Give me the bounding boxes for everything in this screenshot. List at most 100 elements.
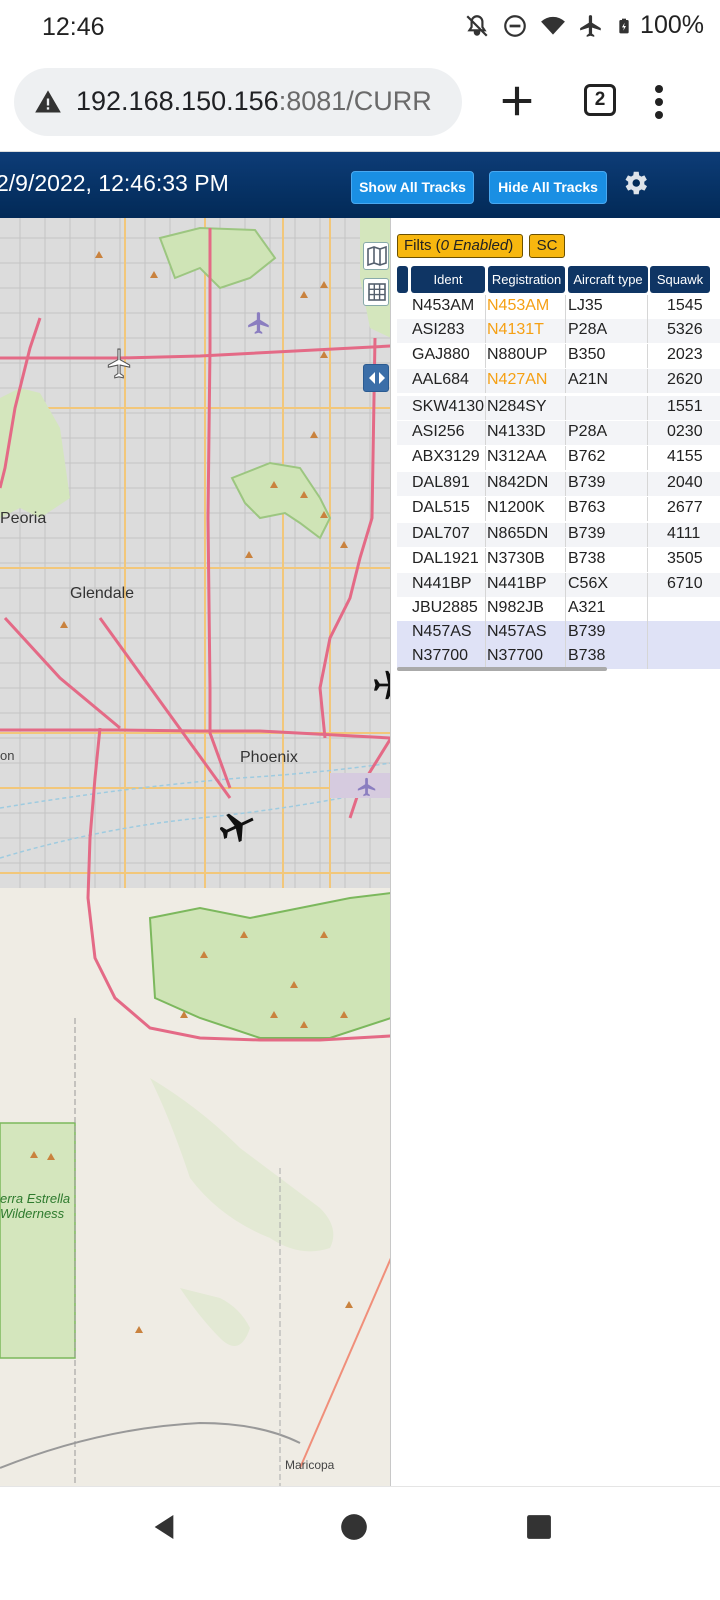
show-all-tracks-button[interactable]: Show All Tracks xyxy=(351,171,474,204)
new-tab-icon[interactable] xyxy=(498,82,536,120)
table-row[interactable]: GAJ880 N880UP B350 2023 xyxy=(397,344,720,368)
column-divider xyxy=(565,369,566,393)
map-tiles xyxy=(0,218,390,1486)
map-icon xyxy=(367,245,387,267)
url-path: :8081/CURR xyxy=(278,86,432,116)
grid-icon xyxy=(368,283,386,301)
hide-all-tracks-button[interactable]: Hide All Tracks xyxy=(489,171,607,204)
column-divider xyxy=(647,319,648,343)
cell-ident: N457AS xyxy=(412,623,472,640)
column-divider xyxy=(485,446,486,470)
horizontal-scrollbar[interactable] xyxy=(397,667,607,671)
aircraft-marker-icon[interactable] xyxy=(106,348,132,380)
sc-button[interactable]: SC xyxy=(529,234,565,258)
cell-squawk: 1545 xyxy=(667,297,703,314)
map-label-maricopa: Maricopa xyxy=(285,1458,335,1472)
cell-registration: N865DN xyxy=(487,525,549,542)
airplane-icon xyxy=(580,14,601,37)
battery-percent: 100% xyxy=(640,11,704,39)
table-row[interactable]: ASI283 N4131T P28A 5326 xyxy=(397,319,720,343)
header-datetime: 2/9/2022, 12:46:33 PM xyxy=(0,170,229,196)
grid-toggle-button[interactable] xyxy=(363,278,389,306)
table-row[interactable]: N453AM N453AM LJ35 1545 xyxy=(397,295,720,319)
cell-aircraft-type: B738 xyxy=(568,550,606,567)
column-divider xyxy=(485,497,486,521)
more-options-icon[interactable] xyxy=(654,84,664,120)
column-divider xyxy=(485,573,486,597)
column-divider xyxy=(565,421,566,445)
column-divider xyxy=(565,344,566,368)
table-row[interactable]: DAL707 N865DN B739 4111 xyxy=(397,523,720,547)
table-row[interactable]: SKW4130 N284SY 1551 xyxy=(397,396,720,420)
column-divider xyxy=(647,548,648,572)
app-header: 2/9/2022, 12:46:33 PM Show All Tracks Hi… xyxy=(0,152,720,218)
url-text[interactable]: 192.168.150.156:8081/CURR xyxy=(76,86,432,117)
aircraft-marker-icon[interactable] xyxy=(220,808,256,844)
aircraft-marker-icon[interactable] xyxy=(374,668,391,702)
cell-squawk: 2023 xyxy=(667,346,703,363)
table-row[interactable]: AAL684 N427AN A21N 2620 xyxy=(397,369,720,393)
cell-registration: N1200K xyxy=(487,499,545,516)
table-row[interactable]: N37700 N37700 B738 xyxy=(397,645,720,669)
table-row[interactable]: ASI256 N4133D P28A 0230 xyxy=(397,421,720,445)
cell-ident: JBU2885 xyxy=(412,599,478,616)
map-label-peoria: Peoria xyxy=(0,510,47,527)
column-divider xyxy=(565,319,566,343)
table-row[interactable]: DAL1921 N3730B B738 3505 xyxy=(397,548,720,572)
column-divider xyxy=(565,621,566,645)
cell-squawk: 0230 xyxy=(667,423,703,440)
column-divider xyxy=(565,597,566,621)
cell-aircraft-type: B738 xyxy=(568,647,606,664)
cell-squawk: 2620 xyxy=(667,371,703,388)
recents-icon[interactable] xyxy=(526,1514,552,1540)
map-layers-button[interactable] xyxy=(363,242,389,270)
cell-registration: N880UP xyxy=(487,346,548,363)
table-row[interactable]: N457AS N457AS B739 xyxy=(397,621,720,645)
cell-aircraft-type: P28A xyxy=(568,321,608,338)
column-header-registration[interactable]: Registration xyxy=(488,266,565,293)
column-header-select[interactable] xyxy=(397,266,408,293)
column-divider xyxy=(485,396,486,420)
filters-button[interactable]: Filts (0 Enabled) xyxy=(397,234,523,258)
table-row[interactable]: ABX3129 N312AA B762 4155 xyxy=(397,446,720,470)
column-divider xyxy=(565,645,566,669)
battery-charging-icon xyxy=(619,18,629,33)
column-divider xyxy=(647,446,648,470)
warning-icon[interactable] xyxy=(34,88,62,116)
column-divider xyxy=(647,421,648,445)
column-divider xyxy=(485,645,486,669)
cell-registration: N4131T xyxy=(487,321,544,338)
column-divider xyxy=(647,573,648,597)
cell-ident: N441BP xyxy=(412,575,472,592)
column-header-aircraft-type[interactable]: Aircraft type xyxy=(568,266,648,293)
table-row[interactable]: DAL515 N1200K B763 2677 xyxy=(397,497,720,521)
wifi-icon xyxy=(541,16,565,35)
panel-resize-handle[interactable] xyxy=(363,364,389,392)
tab-switcher-button[interactable]: 2 xyxy=(584,84,616,116)
cell-registration: N842DN xyxy=(487,474,549,491)
status-icons: 100% xyxy=(464,11,704,40)
column-divider xyxy=(485,369,486,393)
cell-aircraft-type: A321 xyxy=(568,599,606,616)
column-divider xyxy=(647,295,648,319)
column-header-squawk[interactable]: Squawk xyxy=(650,266,710,293)
cell-ident: GAJ880 xyxy=(412,346,470,363)
do-not-disturb-icon xyxy=(504,14,526,37)
map-label-glendale: Glendale xyxy=(70,585,135,602)
cell-aircraft-type: B739 xyxy=(568,623,606,640)
back-icon[interactable] xyxy=(148,1511,180,1543)
url-bar[interactable]: 192.168.150.156:8081/CURR xyxy=(14,68,462,136)
table-row[interactable]: DAL891 N842DN B739 2040 xyxy=(397,472,720,496)
column-divider xyxy=(565,573,566,597)
home-icon[interactable] xyxy=(340,1513,368,1541)
map-view[interactable]: Peoria Glendale Phoenix on Maricopa erra… xyxy=(0,218,391,1486)
status-bar: 12:46 100% xyxy=(0,0,720,56)
system-nav-bar xyxy=(0,1486,720,1600)
table-row[interactable]: JBU2885 N982JB A321 xyxy=(397,597,720,621)
column-divider xyxy=(647,344,648,368)
column-header-ident[interactable]: Ident xyxy=(411,266,485,293)
gear-icon[interactable] xyxy=(620,168,650,198)
cell-registration: N982JB xyxy=(487,599,544,616)
table-row[interactable]: N441BP N441BP C56X 6710 xyxy=(397,573,720,597)
cell-ident: DAL707 xyxy=(412,525,470,542)
